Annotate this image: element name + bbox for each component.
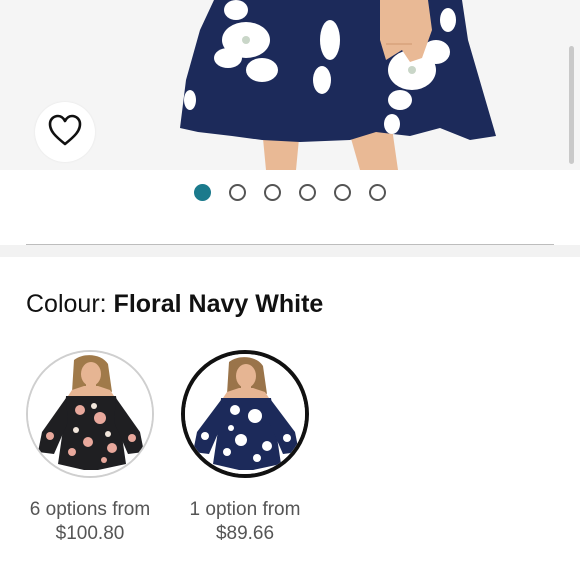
carousel-dot[interactable]	[229, 184, 246, 201]
carousel-dot[interactable]	[369, 184, 386, 201]
colour-value: Floral Navy White	[113, 290, 324, 318]
option-price: $100.80	[55, 523, 125, 544]
image-scrollbar[interactable]	[569, 46, 574, 164]
carousel-dots	[0, 183, 580, 203]
option-price-floral-navy-white[interactable]: 1 option from $89.66	[155, 498, 335, 546]
carousel-dot[interactable]	[334, 184, 351, 201]
option-count-text: 6 options from	[29, 499, 151, 520]
carousel-dot[interactable]	[299, 184, 316, 201]
colour-label: Colour:	[26, 290, 107, 318]
option-price-floral-black[interactable]: 6 options from $100.80	[0, 498, 180, 546]
colour-swatch-floral-black[interactable]	[26, 350, 154, 478]
colour-swatch-floral-navy-white[interactable]	[181, 350, 309, 478]
carousel-dot[interactable]	[194, 184, 211, 201]
carousel-dot[interactable]	[264, 184, 281, 201]
option-price: $89.66	[215, 523, 275, 544]
colour-selection: Colour: Floral Navy White	[26, 290, 323, 319]
section-separator	[0, 245, 580, 257]
favorite-button[interactable]	[35, 102, 95, 162]
heart-outline-icon	[47, 113, 83, 152]
divider	[26, 244, 554, 245]
option-count-text: 1 option from	[189, 499, 301, 520]
